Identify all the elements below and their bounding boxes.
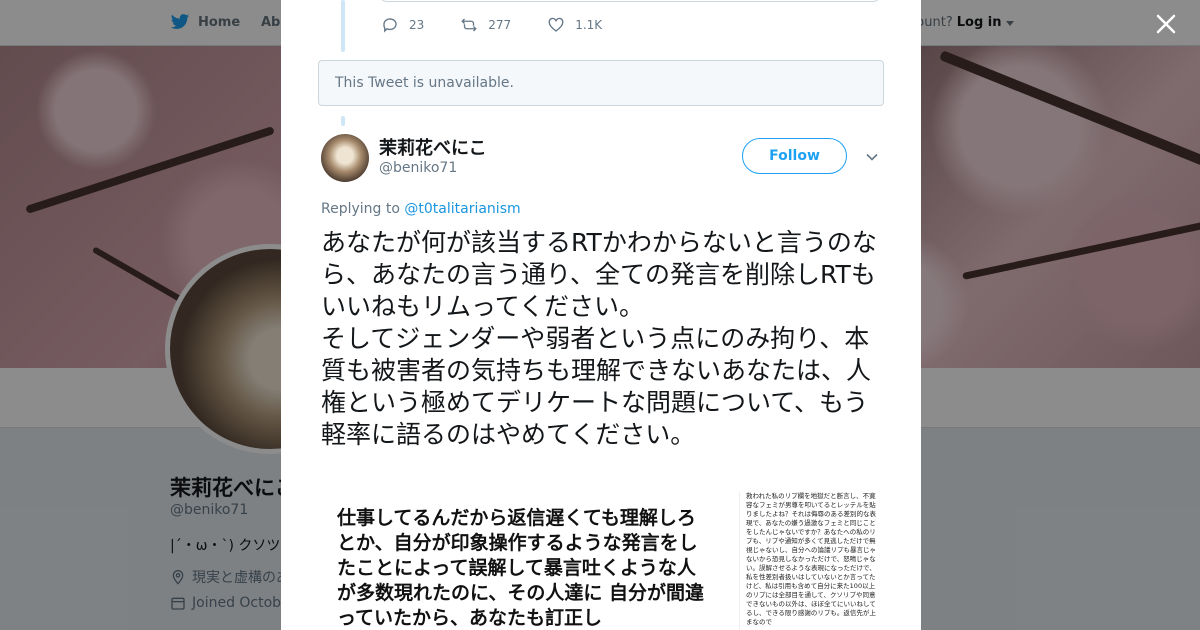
like-count: 1.1K — [575, 18, 603, 32]
tweet-text: あなたが何が該当するRTかわからないと言うのなら、あなたの言う通り、全ての発言を… — [321, 227, 887, 451]
tweet-actions: 23 277 1.1K — [381, 16, 602, 34]
like-action[interactable]: 1.1K — [547, 16, 602, 34]
reply-count: 23 — [409, 18, 425, 32]
reply-action[interactable]: 23 — [381, 16, 424, 34]
unavailable-tweet-notice: This Tweet is unavailable. — [318, 60, 884, 106]
tweet-image-2[interactable]: 救われた私のリプ欄を地獄だと断言し、不寛容なフェミが男尊を叩いてるとレッテルを貼… — [739, 492, 887, 630]
retweet-count: 277 — [488, 18, 512, 32]
thread-connector — [341, 116, 345, 126]
tweet-image-1-text: 仕事してるんだから返信遅くても理解しろとか、自分が印象操作するような発言をしたこ… — [337, 507, 705, 629]
tweet-permalink-modal: 23 277 1.1K This Tweet is unavailable. 茉… — [281, 0, 921, 630]
author-avatar[interactable] — [321, 134, 369, 182]
tweet-image-1[interactable]: 仕事してるんだから返信遅くても理解しろとか、自分が印象操作するような発言をしたこ… — [321, 492, 725, 630]
heart-icon — [548, 17, 564, 32]
tweet-image-2-text: 救われた私のリプ欄を地獄だと断言し、不寛容なフェミが男尊を叩いてるとレッテルを貼… — [746, 492, 876, 626]
thread-connector — [341, 0, 345, 52]
chevron-down-icon[interactable] — [865, 150, 879, 164]
retweet-action[interactable]: 277 — [460, 16, 511, 34]
replying-prefix: Replying to — [321, 201, 405, 217]
retweet-icon — [461, 18, 477, 32]
author-handle[interactable]: @beniko71 — [379, 160, 457, 176]
previous-tweet-media-edge — [379, 0, 881, 2]
tweet-body: あなたが何が該当するRTかわからないと言うのなら、あなたの言う通り、全ての発言を… — [321, 228, 877, 449]
close-icon[interactable] — [1154, 12, 1178, 36]
follow-button[interactable]: Follow — [742, 138, 847, 174]
replying-to: Replying to @t0talitarianism — [321, 201, 521, 217]
replying-to-link[interactable]: @t0talitarianism — [404, 201, 520, 217]
reply-icon — [383, 18, 397, 33]
author-name[interactable]: 茉莉花べにこ — [379, 134, 487, 160]
